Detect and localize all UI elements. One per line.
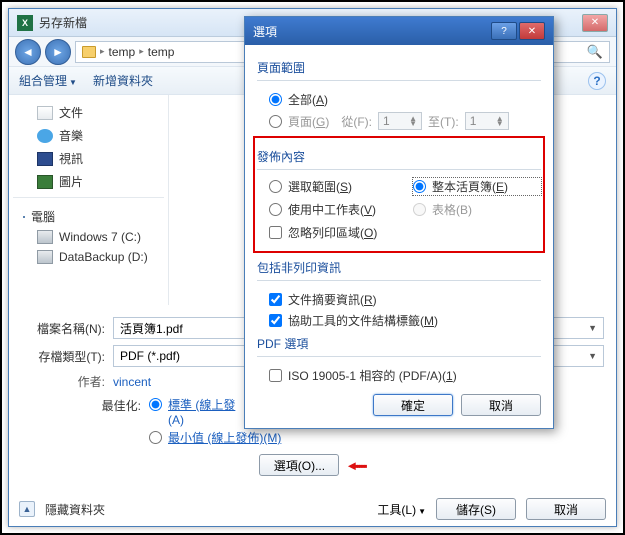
a11y-checkbox[interactable]: 協助工具的文件結構標籤(M) — [269, 312, 541, 329]
publish-selection-radio[interactable]: 選取範圍(S) — [269, 178, 397, 195]
arrow-indicator: ▪▪▪▪▪ — [345, 458, 365, 473]
group-nonprint: 包括非列印資訊 — [257, 259, 541, 276]
docprops-checkbox[interactable]: 文件摘要資訊(R) — [269, 291, 541, 308]
range-pages-radio[interactable]: 頁面(G) 從(F): 1▲▼ 至(T): 1▲▼ — [269, 112, 541, 130]
optimize-label: 最佳化: — [21, 396, 141, 414]
chevron-right-icon: ▸ — [100, 46, 105, 57]
filetype-label: 存檔類型(T): — [21, 348, 105, 365]
dialog-close-button[interactable]: ✕ — [519, 22, 545, 40]
tree-item-documents[interactable]: 文件 — [13, 101, 164, 124]
pictures-icon — [37, 175, 53, 189]
tree-item-drive-d[interactable]: DataBackup (D:) — [13, 247, 164, 267]
dialog-help-button[interactable]: ? — [491, 22, 517, 40]
options-title: 選項 — [253, 23, 489, 40]
forward-button[interactable]: ► — [45, 39, 71, 65]
folder-icon — [82, 46, 96, 58]
ignore-printarea-checkbox[interactable]: 忽略列印區域(O) — [269, 224, 541, 241]
drive-icon — [37, 230, 53, 244]
spinner-icon[interactable]: ▲▼ — [496, 116, 504, 126]
computer-icon — [23, 216, 25, 218]
publish-activesheet-radio[interactable]: 使用中工作表(V) — [269, 201, 397, 218]
iso-checkbox[interactable]: ISO 19005-1 相容的 (PDF/A)(1) — [269, 367, 541, 384]
radio-input[interactable] — [149, 431, 162, 444]
caret-down-icon: ▼ — [418, 507, 426, 516]
tools-menu[interactable]: 工具(L)▼ — [377, 501, 426, 518]
path-seg-1[interactable]: temp — [109, 45, 136, 59]
publish-table-radio: 表格(B) — [413, 201, 541, 218]
search-icon: 🔍 — [587, 44, 603, 60]
hidden-folders-link[interactable]: 隱藏資料夾 — [45, 501, 105, 518]
drive-icon — [37, 250, 53, 264]
options-button[interactable]: 選項(O)... — [259, 454, 339, 476]
cancel-button[interactable]: 取消 — [526, 498, 606, 520]
options-cancel-button[interactable]: 取消 — [461, 394, 541, 416]
group-page-range: 頁面範圍 — [257, 59, 541, 76]
chevron-right-icon: ▸ — [139, 46, 144, 57]
highlight-box: 發佈內容 選取範圍(S) 整本活頁簿(E) 使用中工作表(V) 表格(B) 忽略… — [253, 136, 545, 253]
group-pdfopts: PDF 選項 — [257, 335, 541, 352]
ok-button[interactable]: 確定 — [373, 394, 453, 416]
organize-menu[interactable]: 組合管理▼ — [19, 72, 77, 89]
optimize-min-radio[interactable]: 最小值 (線上發佈)(M) — [149, 429, 281, 446]
range-all-radio[interactable]: 全部(A) — [269, 91, 541, 108]
back-button[interactable]: ◄ — [15, 39, 41, 65]
path-seg-2[interactable]: temp — [148, 45, 175, 59]
from-spinner[interactable]: 1▲▼ — [378, 112, 422, 130]
caret-down-icon[interactable]: ▼ — [588, 323, 597, 333]
nav-tree: 文件 音樂 視訊 圖片 電腦 Windows 7 (C:) DataBackup… — [9, 95, 169, 305]
filename-label: 檔案名稱(N): — [21, 320, 105, 337]
radio-input[interactable] — [149, 398, 162, 411]
close-button[interactable]: ✕ — [582, 14, 608, 32]
tree-item-music[interactable]: 音樂 — [13, 124, 164, 147]
options-titlebar[interactable]: 選項 ? ✕ — [245, 17, 553, 45]
caret-down-icon: ▼ — [69, 78, 77, 87]
new-folder-button[interactable]: 新增資料夾 — [93, 72, 153, 89]
video-icon — [37, 152, 53, 166]
document-icon — [37, 106, 53, 120]
to-spinner[interactable]: 1▲▼ — [465, 112, 509, 130]
spinner-icon[interactable]: ▲▼ — [409, 116, 417, 126]
help-button[interactable]: ? — [588, 72, 606, 90]
save-button[interactable]: 儲存(S) — [436, 498, 516, 520]
author-value[interactable]: vincent — [113, 375, 151, 389]
tree-item-video[interactable]: 視訊 — [13, 147, 164, 170]
caret-down-icon[interactable]: ▼ — [588, 351, 597, 361]
tree-item-pictures[interactable]: 圖片 — [13, 170, 164, 193]
music-icon — [37, 129, 53, 143]
publish-workbook-radio[interactable]: 整本活頁簿(E) — [413, 178, 541, 195]
group-publish: 發佈內容 — [257, 148, 541, 165]
footer: ▲ 隱藏資料夾 工具(L)▼ 儲存(S) 取消 — [19, 498, 606, 520]
tree-group-computer[interactable]: 電腦 — [13, 202, 164, 227]
author-label: 作者: — [21, 373, 105, 390]
options-dialog: 選項 ? ✕ 頁面範圍 全部(A) 頁面(G) 從(F): 1▲▼ 至(T): … — [244, 16, 554, 429]
excel-icon: X — [17, 15, 33, 31]
tree-item-drive-c[interactable]: Windows 7 (C:) — [13, 227, 164, 247]
expand-button[interactable]: ▲ — [19, 501, 35, 517]
